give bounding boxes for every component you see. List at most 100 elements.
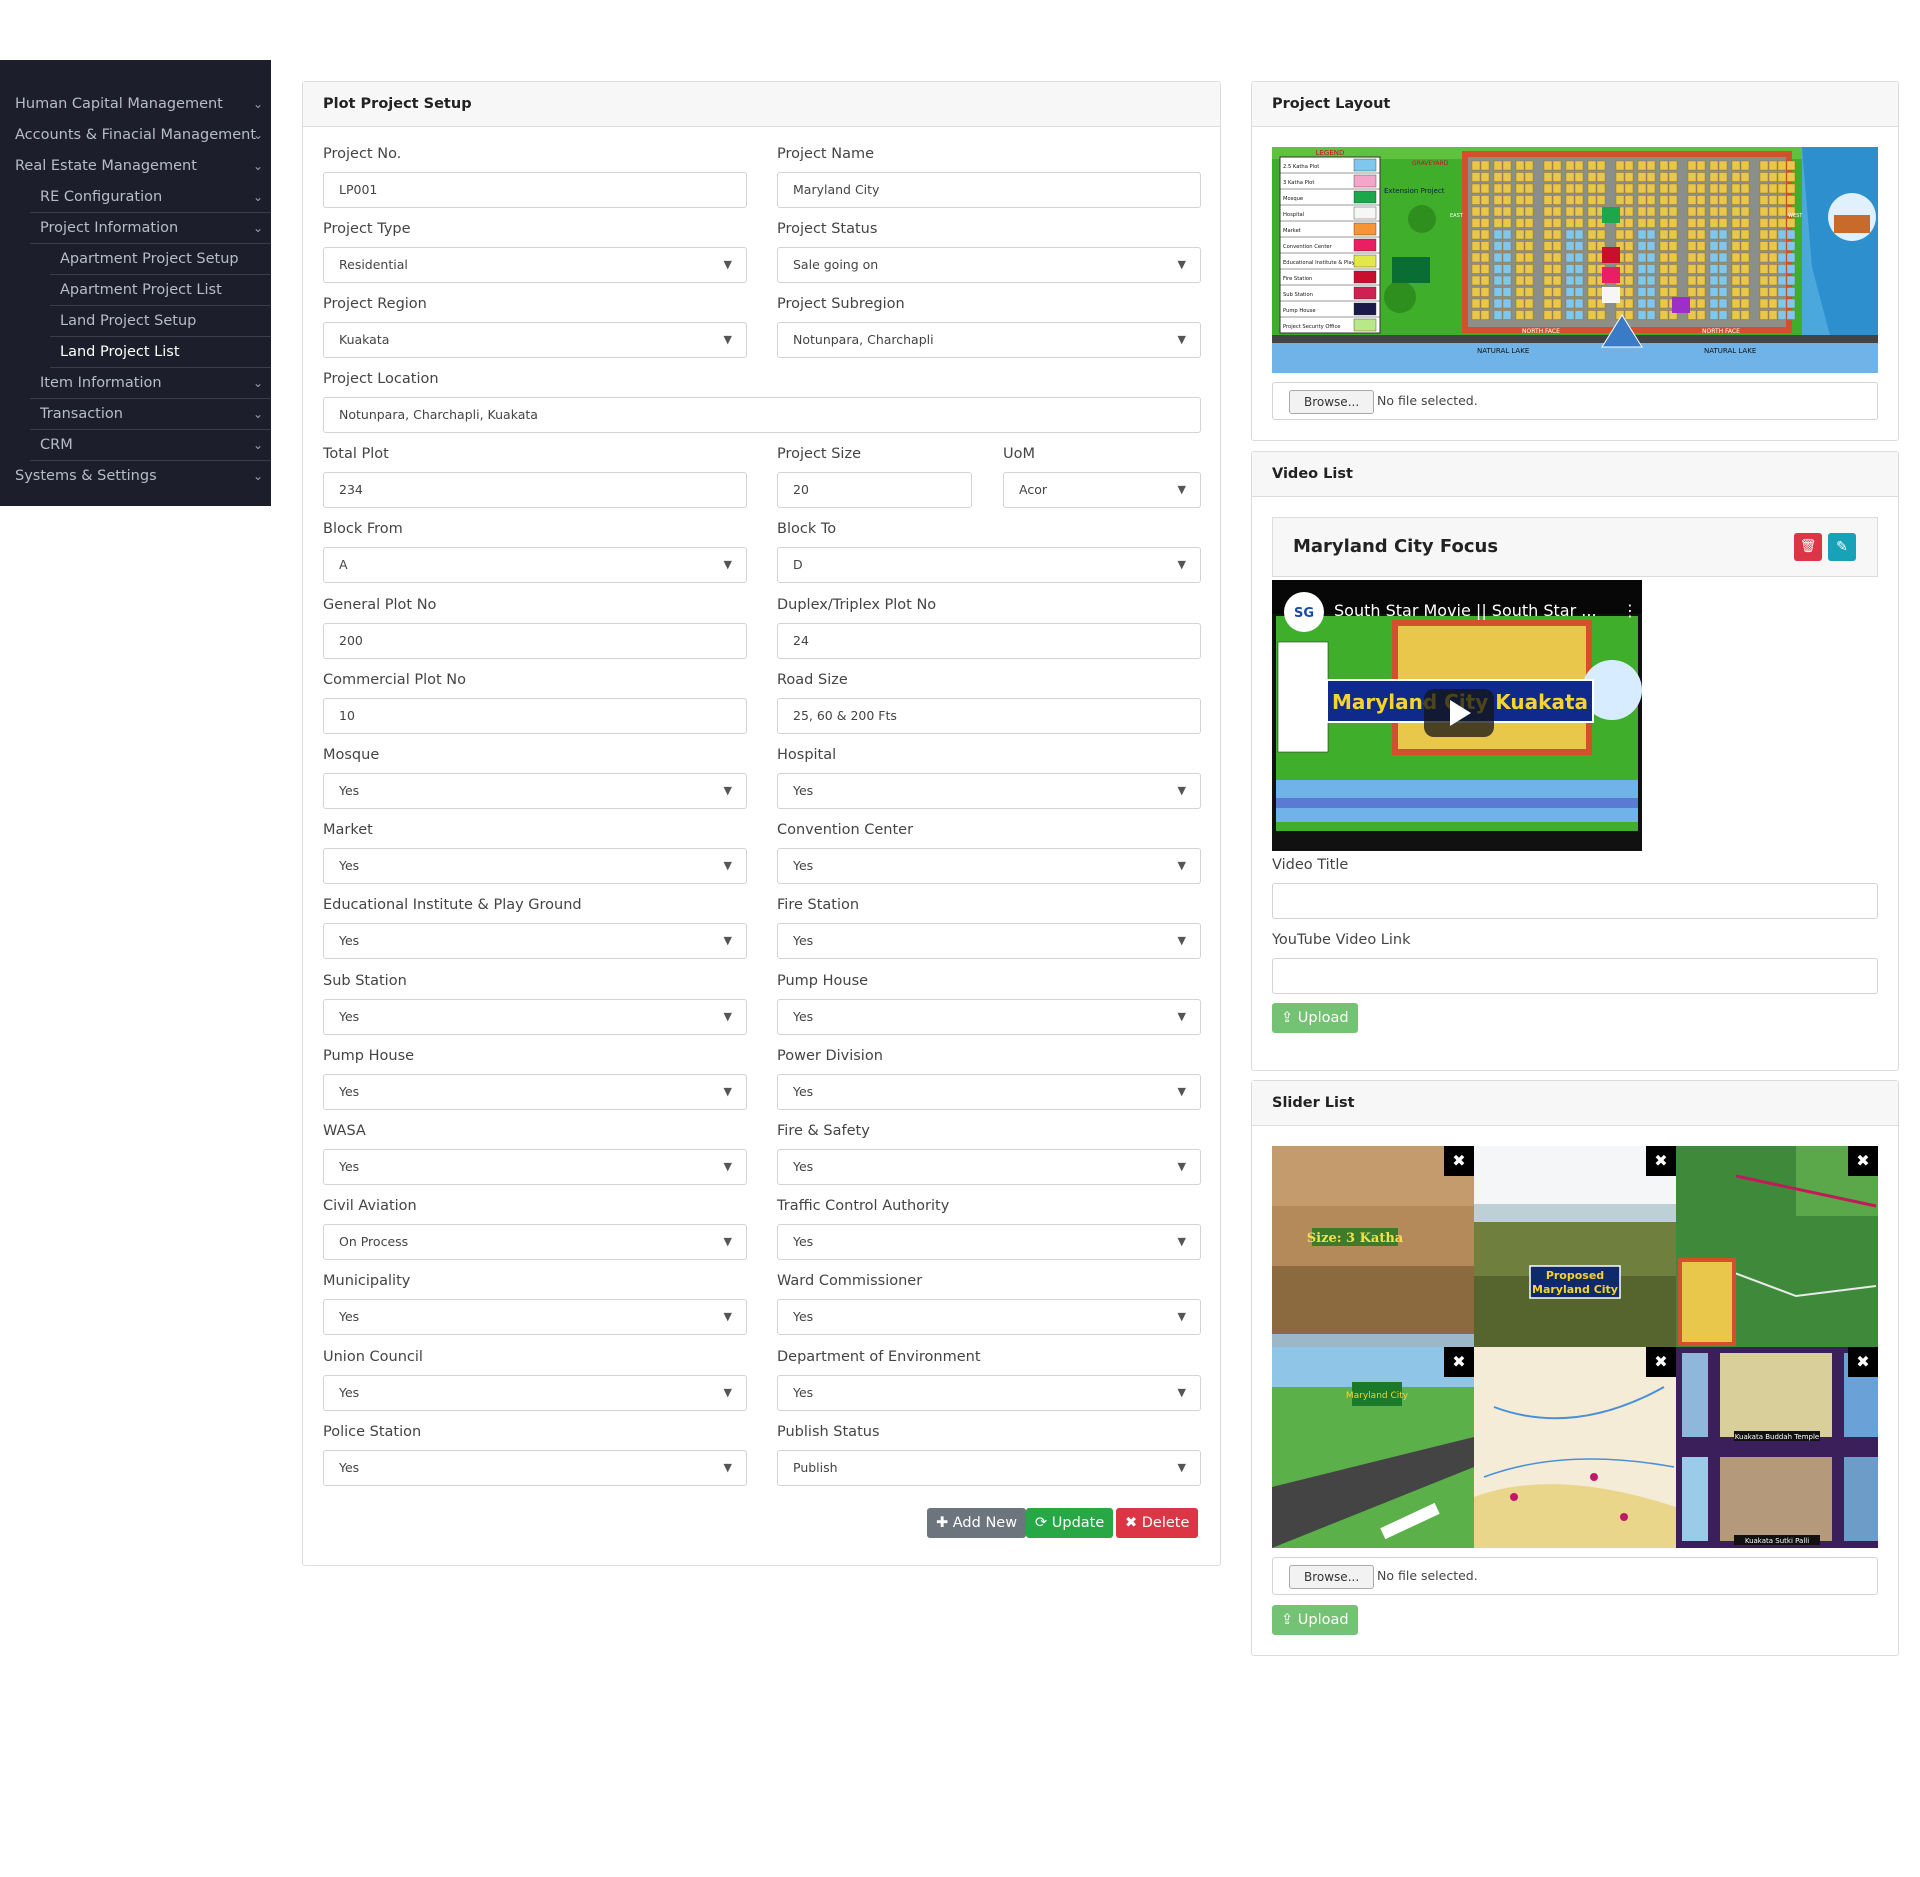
plot-cell [1759, 160, 1769, 171]
plot-cell [1668, 287, 1678, 297]
layout-file-input[interactable]: Browse... No file selected. [1272, 382, 1878, 420]
remove-slide-5-button[interactable]: ✖ [1646, 1347, 1676, 1377]
road-size-input[interactable]: 25, 60 & 200 Fts [777, 698, 1201, 734]
sidebar-item-apartment-project-setup[interactable]: Apartment Project Setup [50, 244, 271, 275]
remove-slide-1-button[interactable]: ✖ [1444, 1146, 1474, 1176]
plot-cell [1471, 241, 1481, 251]
plot-cell [1777, 298, 1787, 309]
project-subregion-select[interactable]: Notunpara, Charchapli ▼ [777, 322, 1201, 358]
pump-house-select-left[interactable]: Yes ▼ [323, 1074, 747, 1110]
slider-image-2[interactable]: Proposed Maryland City [1474, 1146, 1676, 1347]
browse-button[interactable]: Browse... [1289, 1565, 1375, 1589]
slider-image-4[interactable]: Maryland City [1272, 1347, 1474, 1548]
svg-text:GRAVEYARD: GRAVEYARD [1412, 160, 1449, 167]
plot-cell [1668, 252, 1678, 263]
sidebar-item-real-estate[interactable]: Real Estate Management ⌄ [0, 151, 271, 182]
plot-cell [1565, 252, 1575, 263]
add-new-button[interactable]: ✚ Add New [927, 1508, 1027, 1538]
plot-cell [1718, 172, 1728, 182]
plot-cell [1646, 183, 1656, 194]
educational-select[interactable]: Yes ▼ [323, 923, 747, 959]
pump-house-select-right[interactable]: Yes ▼ [777, 999, 1201, 1035]
delete-button[interactable]: ✖ Delete [1116, 1508, 1199, 1538]
video-title-input[interactable] [1272, 883, 1878, 919]
browse-button[interactable]: Browse... [1289, 390, 1375, 414]
project-size-input[interactable]: 20 [777, 472, 972, 508]
sidebar-item-project-information[interactable]: Project Information ⌄ [30, 213, 271, 244]
general-plot-input[interactable]: 200 [323, 623, 747, 659]
duplex-plot-input[interactable]: 24 [777, 623, 1201, 659]
delete-video-button[interactable]: 🗑 [1794, 533, 1822, 561]
plot-cell [1646, 310, 1656, 320]
plot-cell [1574, 160, 1584, 171]
project-status-select[interactable]: Sale going on ▼ [777, 247, 1201, 283]
slider-upload-button[interactable]: ⇪ Upload [1272, 1605, 1358, 1635]
update-button[interactable]: ⟳ Update [1026, 1508, 1114, 1538]
project-location-input[interactable]: Notunpara, Charchapli, Kuakata [323, 397, 1201, 433]
plot-cell [1709, 172, 1719, 182]
dept-environment-select[interactable]: Yes ▼ [777, 1375, 1201, 1411]
publish-status-select[interactable]: Publish ▼ [777, 1450, 1201, 1486]
plot-cell [1759, 195, 1769, 205]
fire-safety-select[interactable]: Yes ▼ [777, 1149, 1201, 1185]
project-no-input[interactable]: LP001 [323, 172, 747, 208]
sidebar-item-apartment-project-list[interactable]: Apartment Project List [50, 275, 271, 306]
power-division-select[interactable]: Yes ▼ [777, 1074, 1201, 1110]
plot-cell [1740, 298, 1750, 309]
union-council-select[interactable]: Yes ▼ [323, 1375, 747, 1411]
plot-cell [1709, 160, 1719, 171]
sidebar-item-transaction[interactable]: Transaction ⌄ [30, 399, 271, 430]
slider-image-6[interactable]: Kuakata Buddah Temple Kuakata Sutki Pall… [1676, 1347, 1878, 1548]
edit-video-button[interactable]: ✎ [1828, 533, 1856, 561]
sidebar-item-land-project-setup[interactable]: Land Project Setup [50, 306, 271, 337]
plot-cell [1471, 264, 1481, 274]
project-region-select[interactable]: Kuakata ▼ [323, 322, 747, 358]
slider-image-1[interactable]: Size: 3 Katha [1272, 1146, 1474, 1347]
commercial-plot-label: Commercial Plot No [323, 672, 466, 688]
video-player[interactable]: SG South Star Movie || South Star ... ⋮ … [1272, 580, 1642, 851]
ward-commissioner-select[interactable]: Yes ▼ [777, 1299, 1201, 1335]
sidebar-item-accounts[interactable]: Accounts & Finacial Management ⌄ [0, 120, 271, 151]
police-station-select[interactable]: Yes ▼ [323, 1450, 747, 1486]
project-name-input[interactable]: Maryland City [777, 172, 1201, 208]
remove-slide-6-button[interactable]: ✖ [1848, 1347, 1878, 1377]
total-plot-input[interactable]: 234 [323, 472, 747, 508]
video-upload-button[interactable]: ⇪ Upload [1272, 1003, 1358, 1033]
plot-cell [1624, 298, 1634, 309]
plot-cell [1543, 252, 1553, 263]
slider-file-input[interactable]: Browse... No file selected. [1272, 1557, 1878, 1595]
plot-cell [1659, 160, 1669, 171]
slider-image-3[interactable] [1676, 1146, 1878, 1347]
sidebar-item-item-information[interactable]: Item Information ⌄ [30, 368, 271, 399]
convention-center-select[interactable]: Yes ▼ [777, 848, 1201, 884]
market-select[interactable]: Yes ▼ [323, 848, 747, 884]
upload-icon: ⇪ [1281, 1612, 1298, 1628]
commercial-plot-input[interactable]: 10 [323, 698, 747, 734]
plot-cell [1731, 183, 1741, 194]
sidebar-item-systems-settings[interactable]: Systems & Settings ⌄ [0, 461, 271, 492]
remove-slide-4-button[interactable]: ✖ [1444, 1347, 1474, 1377]
wasa-select[interactable]: Yes ▼ [323, 1149, 747, 1185]
plot-cell [1777, 160, 1787, 171]
block-from-select[interactable]: A ▼ [323, 547, 747, 583]
municipality-select[interactable]: Yes ▼ [323, 1299, 747, 1335]
sidebar-item-crm[interactable]: CRM ⌄ [30, 430, 271, 461]
sidebar-item-land-project-list[interactable]: Land Project List [50, 337, 271, 368]
uom-select[interactable]: Acor ▼ [1003, 472, 1201, 508]
remove-slide-2-button[interactable]: ✖ [1646, 1146, 1676, 1176]
hospital-select[interactable]: Yes ▼ [777, 773, 1201, 809]
project-type-select[interactable]: Residential ▼ [323, 247, 747, 283]
slider-image-5[interactable] [1474, 1347, 1676, 1548]
traffic-control-select[interactable]: Yes ▼ [777, 1224, 1201, 1260]
mosque-select[interactable]: Yes ▼ [323, 773, 747, 809]
plot-cell [1471, 183, 1481, 194]
sub-station-select[interactable]: Yes ▼ [323, 999, 747, 1035]
sidebar-item-re-configuration[interactable]: RE Configuration ⌄ [30, 182, 271, 213]
youtube-link-input[interactable] [1272, 958, 1878, 994]
chevron-down-icon: ⌄ [252, 159, 263, 173]
block-to-select[interactable]: D ▼ [777, 547, 1201, 583]
sidebar-item-human-capital[interactable]: Human Capital Management ⌄ [0, 89, 271, 120]
fire-station-select[interactable]: Yes ▼ [777, 923, 1201, 959]
civil-aviation-select[interactable]: On Process ▼ [323, 1224, 747, 1260]
remove-slide-3-button[interactable]: ✖ [1848, 1146, 1878, 1176]
